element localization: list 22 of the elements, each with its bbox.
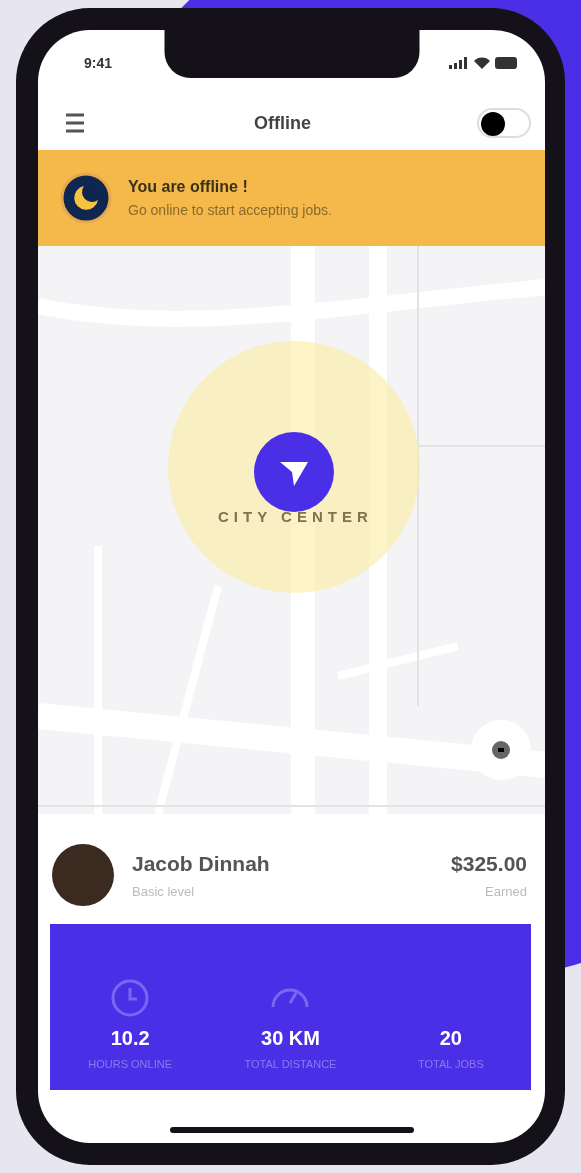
gauge-icon bbox=[271, 987, 310, 1009]
banner-title: You are offline ! bbox=[128, 178, 249, 196]
stat-label: TOTAL DISTANCE bbox=[244, 1058, 337, 1070]
stat-value: 10.2 bbox=[110, 1027, 150, 1050]
status-time: 9:41 bbox=[84, 55, 113, 71]
header-title: Offline bbox=[254, 112, 311, 134]
clock-icon bbox=[110, 978, 151, 1018]
stat-label: HOURS ONLINE bbox=[88, 1058, 173, 1070]
stat-value: 20 bbox=[439, 1027, 462, 1050]
earned-amount: $325.00 bbox=[451, 851, 527, 876]
driver-name: Jacob Dinnah bbox=[132, 851, 270, 876]
banner-subtitle: Go online to start accepting jobs. bbox=[128, 202, 332, 218]
moon-icon bbox=[60, 172, 112, 224]
earned-label: Earned bbox=[485, 883, 527, 899]
wifi-icon bbox=[474, 57, 490, 69]
stat-label: TOTAL JOBS bbox=[417, 1058, 484, 1070]
stat-value: 30 KM bbox=[261, 1027, 320, 1050]
driver-level: Basic level bbox=[132, 883, 195, 899]
signal-icon bbox=[449, 57, 469, 69]
online-toggle[interactable] bbox=[477, 108, 531, 138]
map-area-label: CITY CENTER bbox=[218, 508, 373, 525]
battery-icon bbox=[495, 57, 519, 69]
